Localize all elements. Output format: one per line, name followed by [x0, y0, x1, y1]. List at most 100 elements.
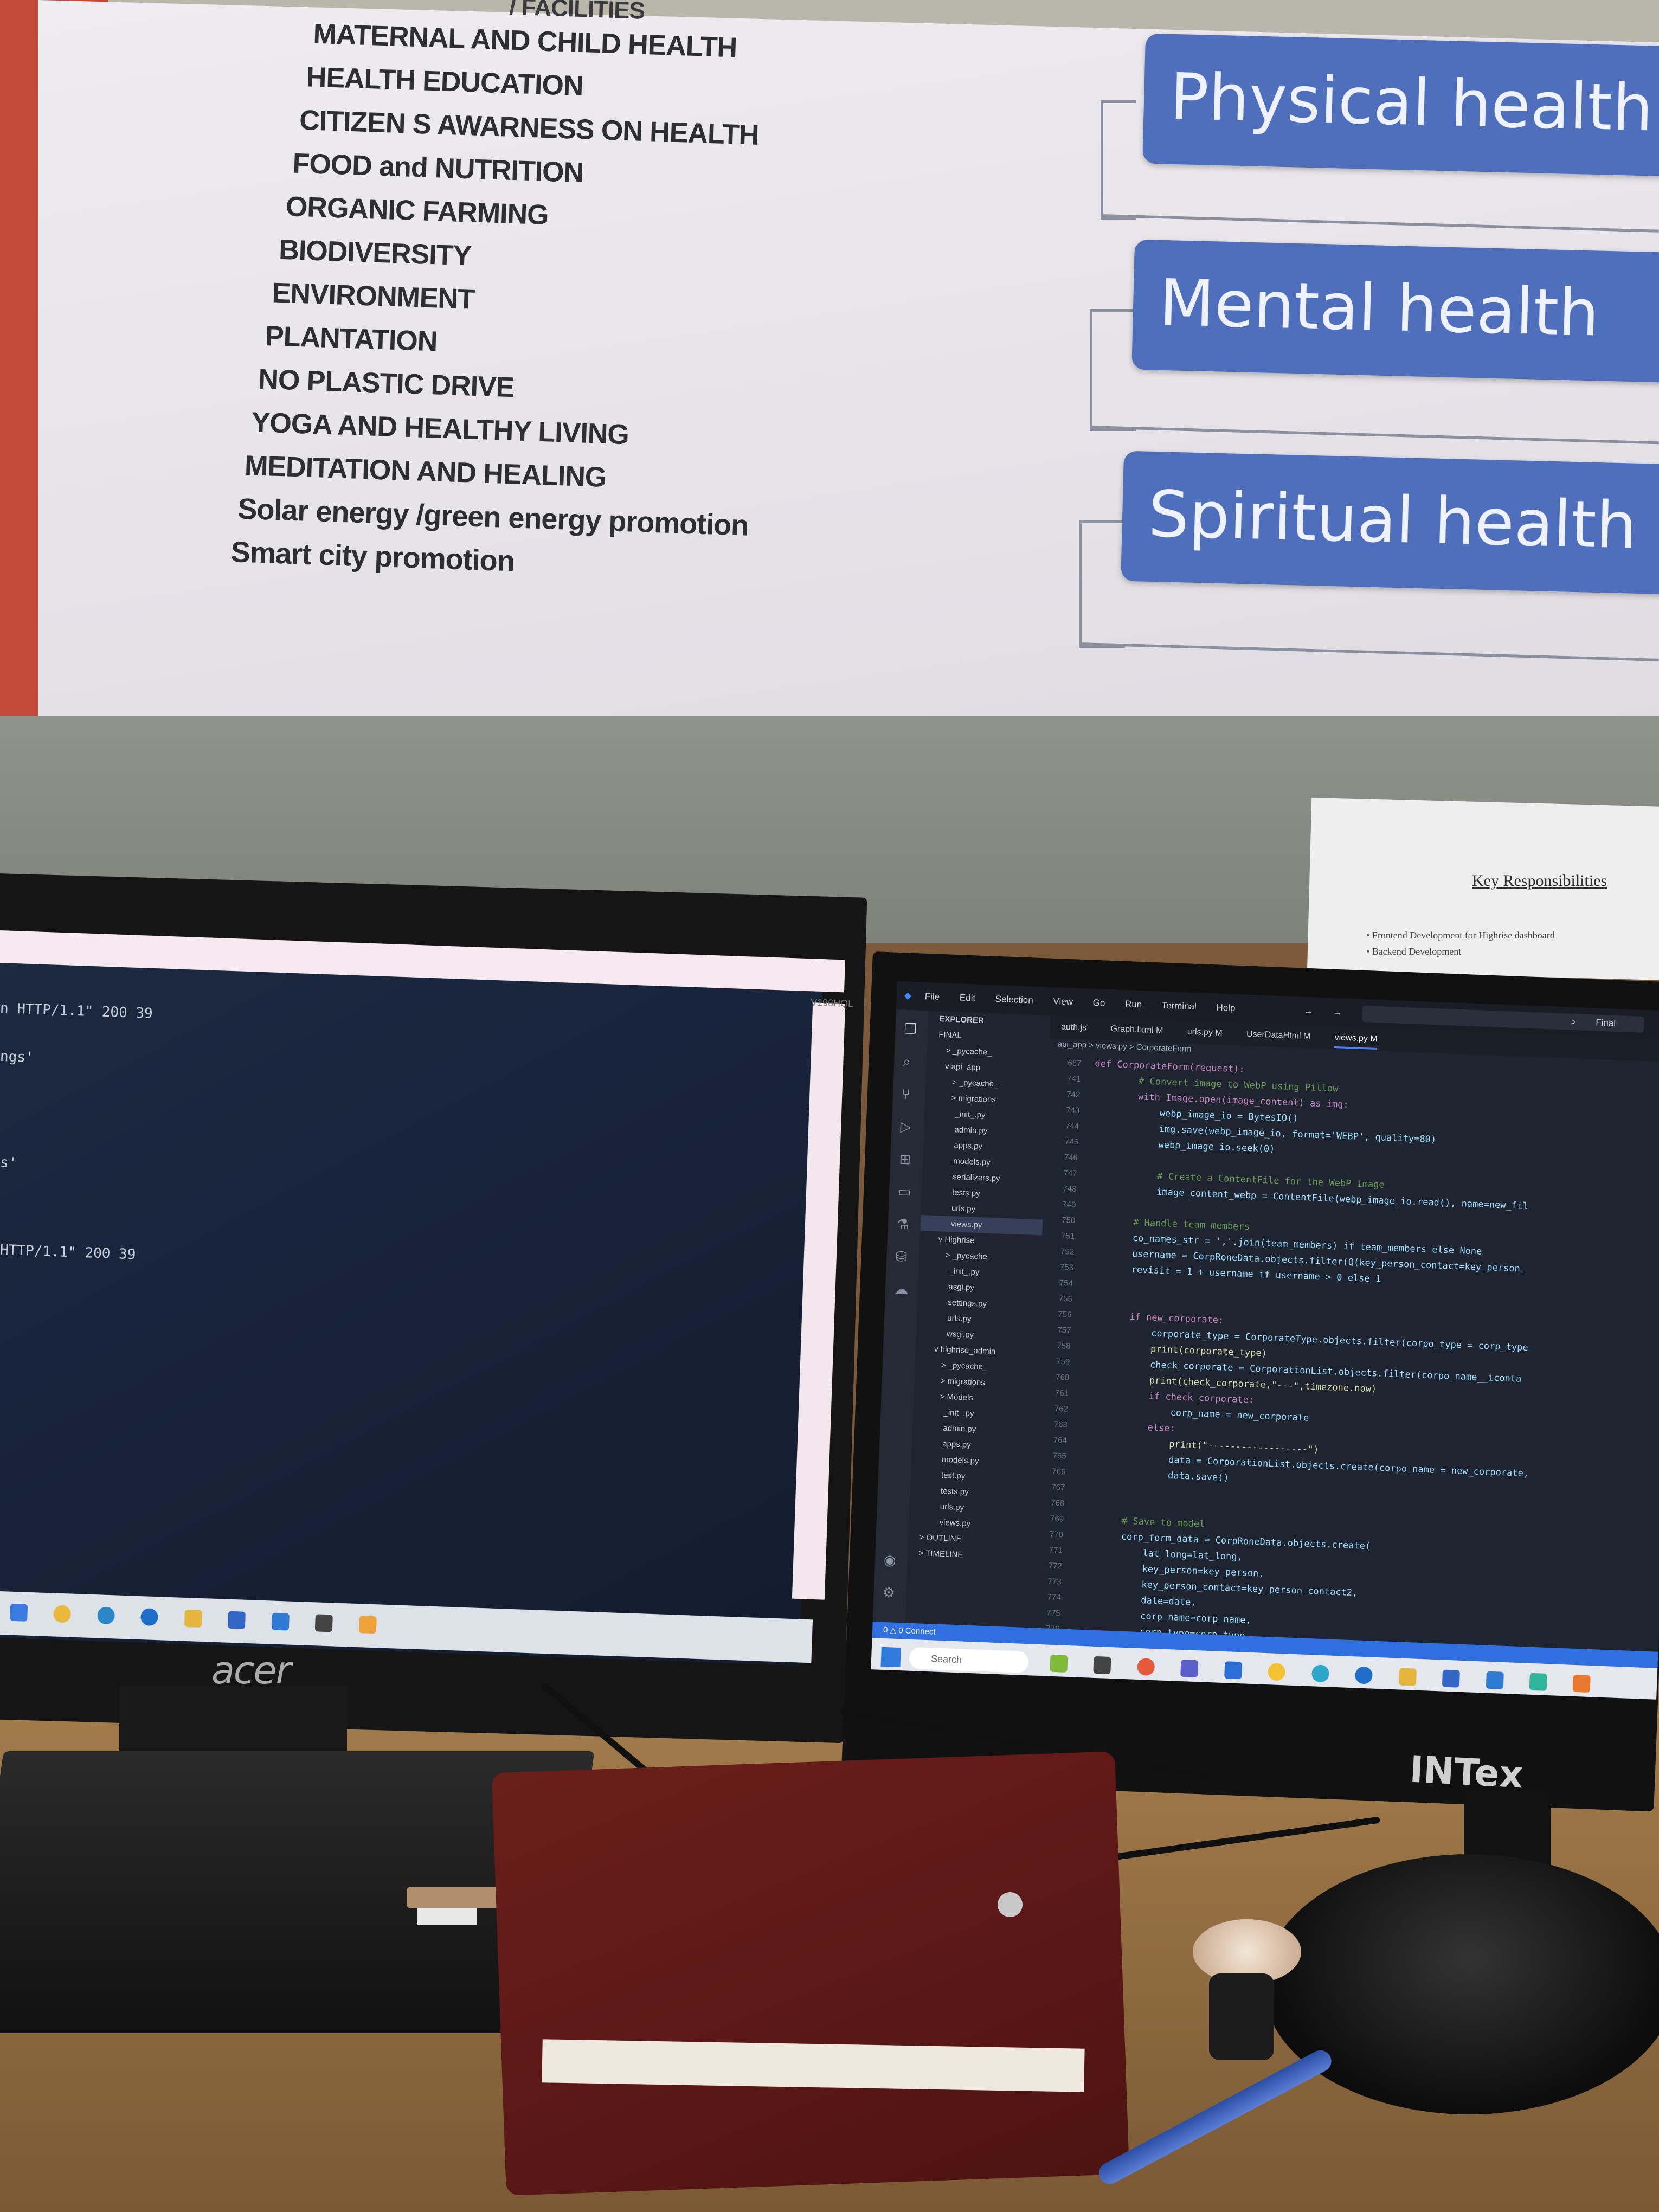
database-icon[interactable]: ⛁: [895, 1248, 908, 1265]
menu-help[interactable]: Help: [1216, 1002, 1236, 1013]
command-search[interactable]: ⌕ Final: [1361, 1005, 1644, 1033]
left-monitor-model: V196HQL: [810, 996, 854, 1009]
health-box-spiritual: Spiritual health: [1121, 451, 1659, 596]
account-icon[interactable]: ◉: [883, 1552, 896, 1569]
tab-views-py[interactable]: views.py M: [1334, 1033, 1378, 1050]
windows-start-icon[interactable]: [880, 1647, 901, 1668]
keys: [1209, 1973, 1274, 2060]
store-icon[interactable]: [1442, 1669, 1461, 1688]
line-number: 775: [1046, 1608, 1060, 1618]
app-icon[interactable]: [1573, 1674, 1591, 1693]
line-number: 750: [1061, 1215, 1076, 1225]
line-number: 749: [1062, 1199, 1076, 1210]
line-number: 770: [1049, 1529, 1064, 1540]
line-number: 761: [1054, 1388, 1069, 1398]
search-icon[interactable]: ⌕: [903, 1053, 911, 1071]
line-number: 748: [1063, 1184, 1077, 1194]
vscode-logo-icon: ◆: [904, 990, 912, 1001]
line-number: 755: [1058, 1294, 1073, 1304]
line-number: 766: [1052, 1467, 1066, 1477]
line-number: 768: [1050, 1498, 1065, 1508]
line-number: 742: [1066, 1090, 1081, 1100]
menu-edit[interactable]: Edit: [960, 992, 976, 1003]
edge-icon[interactable]: [140, 1608, 159, 1626]
extensions-icon[interactable]: ⊞: [899, 1150, 911, 1168]
files-icon[interactable]: ❐: [904, 1021, 917, 1038]
edge-icon[interactable]: [1355, 1666, 1373, 1684]
tab-urls-py[interactable]: urls.py M: [1187, 1027, 1223, 1038]
code-editor[interactable]: def CorporateForm(request): # Convert im…: [1072, 1056, 1659, 1692]
store-icon[interactable]: [228, 1611, 246, 1629]
health-box-mental: Mental health: [1131, 239, 1659, 384]
line-number: 772: [1048, 1561, 1063, 1571]
line-number: 756: [1058, 1309, 1072, 1320]
line-number: 754: [1059, 1278, 1073, 1288]
left-monitor-screen: [0, 933, 824, 1666]
vscode-icon[interactable]: [1486, 1671, 1504, 1689]
chrome-icon[interactable]: [53, 1605, 72, 1623]
poster-list: / FACILITIES MATERNAL AND CHILD HEALTH H…: [230, 0, 976, 598]
right-monitor-base: [1263, 1854, 1659, 2114]
line-number: 747: [1063, 1168, 1077, 1178]
menu-go[interactable]: Go: [1092, 998, 1105, 1008]
run-debug-icon[interactable]: ▷: [900, 1118, 911, 1135]
menu-selection[interactable]: Selection: [995, 994, 1034, 1006]
edge-icon[interactable]: [1311, 1664, 1329, 1683]
menu-run[interactable]: Run: [1125, 999, 1142, 1009]
docker-icon[interactable]: ☁: [894, 1281, 909, 1298]
chrome-icon[interactable]: [1268, 1663, 1286, 1681]
line-number: 771: [1049, 1545, 1063, 1555]
line-number: 758: [1057, 1341, 1071, 1351]
settings-gear-icon[interactable]: ⚙: [882, 1584, 895, 1602]
app-icon[interactable]: [1529, 1673, 1547, 1691]
teams-icon[interactable]: [1180, 1660, 1199, 1678]
line-number: 744: [1065, 1121, 1079, 1131]
vscode-icon[interactable]: [271, 1612, 290, 1631]
line-number: 769: [1050, 1514, 1064, 1524]
folder-icon[interactable]: [1398, 1668, 1417, 1686]
terminal-line: ngs': [0, 1048, 35, 1066]
remote-icon[interactable]: ▭: [898, 1183, 912, 1200]
line-number: 773: [1047, 1577, 1062, 1587]
search-icon: ⌕: [1570, 1016, 1576, 1027]
tab-graph-html[interactable]: Graph.html M: [1110, 1024, 1163, 1036]
line-number: 763: [1053, 1419, 1068, 1430]
testing-icon[interactable]: ⚗: [896, 1216, 909, 1233]
search-text: Final: [1595, 1017, 1616, 1028]
taskbar-search[interactable]: Search: [909, 1647, 1029, 1674]
tab-userdata-html[interactable]: UserDataHtml M: [1246, 1030, 1311, 1041]
leather-diary: [491, 1751, 1130, 2196]
back-arrow-icon[interactable]: ←: [1304, 1006, 1314, 1017]
chrome-icon[interactable]: [1137, 1657, 1155, 1676]
line-number: 746: [1064, 1153, 1078, 1163]
note-line: • Frontend Development for Highrise dash…: [1366, 930, 1555, 941]
tab-auth-js[interactable]: auth.js: [1061, 1023, 1087, 1033]
terminal-line: s': [0, 1154, 17, 1172]
bracket-1: [1101, 100, 1136, 220]
menu-terminal[interactable]: Terminal: [1161, 1000, 1197, 1012]
app-icon[interactable]: [358, 1616, 377, 1634]
widgets-icon[interactable]: [1050, 1654, 1068, 1673]
outlook-icon[interactable]: [1224, 1661, 1243, 1680]
folder-icon[interactable]: [184, 1609, 202, 1628]
diary-clip: [998, 1892, 1023, 1917]
edge-icon[interactable]: [97, 1606, 115, 1625]
terminal-icon[interactable]: [314, 1614, 333, 1632]
line-number: 687: [1068, 1058, 1082, 1069]
pendrive-cap: [417, 1908, 477, 1925]
right-monitor-screen: ◆ File Edit Selection View Go Run Termin…: [871, 981, 1659, 1700]
note-title: Key Responsibilities: [1472, 872, 1607, 890]
menu-view[interactable]: View: [1053, 996, 1073, 1007]
line-number: 745: [1064, 1137, 1079, 1147]
line-number: 762: [1054, 1404, 1069, 1414]
taskview-icon[interactable]: [1093, 1656, 1111, 1675]
line-number: 774: [1047, 1592, 1061, 1603]
menu-file[interactable]: File: [924, 991, 940, 1002]
windows-icon[interactable]: [10, 1603, 28, 1622]
line-number: 751: [1060, 1231, 1075, 1241]
forward-arrow-icon[interactable]: →: [1333, 1007, 1342, 1018]
bracket-2: [1090, 309, 1136, 431]
source-control-icon[interactable]: ⑂: [901, 1085, 910, 1103]
line-number: 741: [1066, 1074, 1081, 1084]
line-number: 760: [1055, 1372, 1070, 1382]
